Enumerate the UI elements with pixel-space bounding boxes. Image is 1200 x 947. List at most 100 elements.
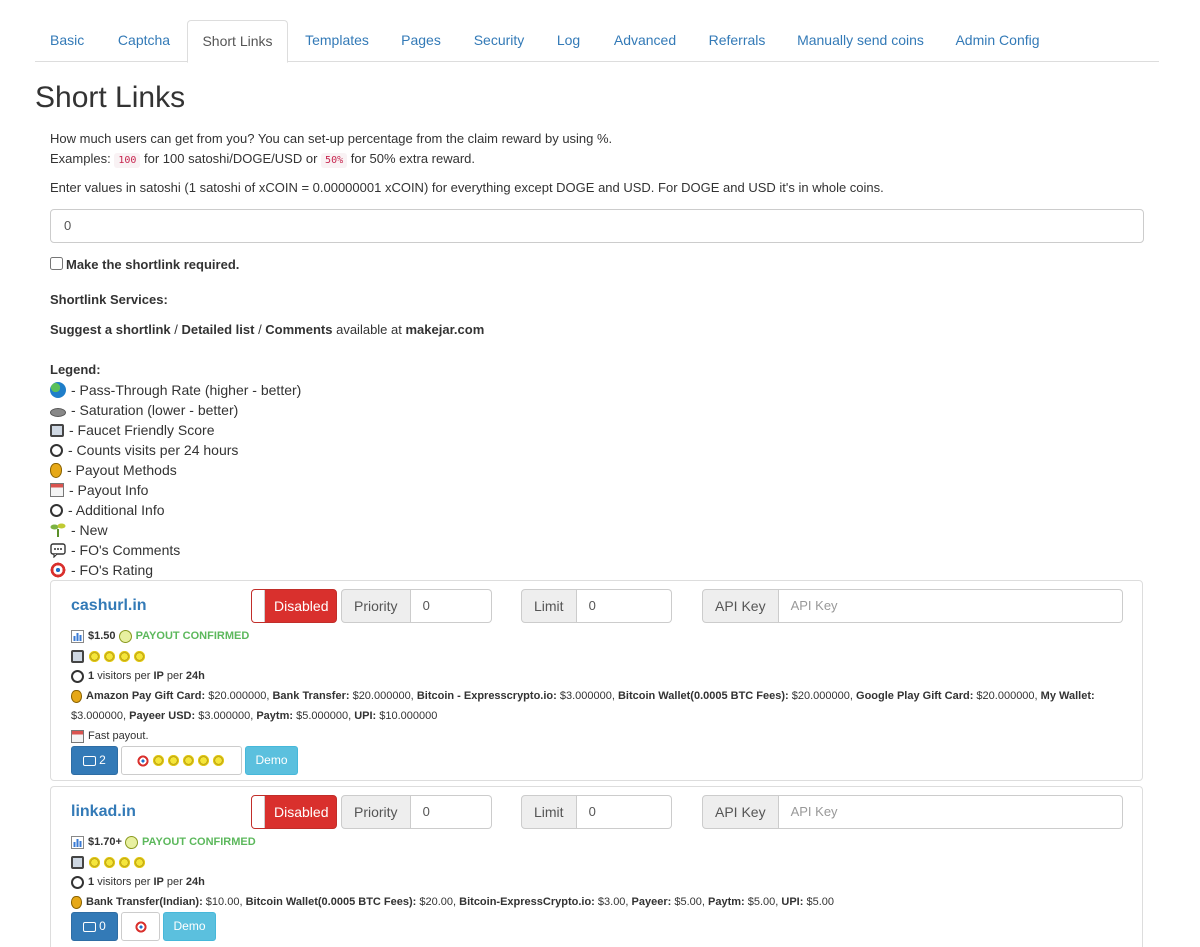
star-icon [118, 855, 131, 869]
payout-method-amount: $5.00, [744, 896, 782, 908]
payout-method-name: Bitcoin Wallet(0.0005 BTC Fees): [245, 896, 417, 908]
payout-method: Bitcoin Wallet(0.0005 BTC Fees): $20.00, [246, 896, 460, 908]
comments-count: 2 [99, 753, 106, 767]
legend-item: - Payout Info [50, 480, 148, 500]
limit-input[interactable]: 0 [576, 795, 672, 829]
tab-admin-config[interactable]: Admin Config [955, 20, 1040, 61]
cpm-value: $1.70+ [88, 836, 122, 848]
payout-method: UPI: $5.00 [781, 896, 834, 908]
legend-text: - Payout Methods [67, 462, 177, 478]
apikey-input[interactable]: API Key [778, 795, 1123, 829]
limit-label: Limit [521, 795, 577, 829]
tab-advanced[interactable]: Advanced [613, 20, 677, 61]
apikey-input[interactable]: API Key [778, 589, 1123, 623]
faucet-score-row [71, 646, 148, 666]
cpm-value: $1.50 [88, 630, 116, 642]
reward-input[interactable]: 0 [50, 209, 1144, 243]
visits-row: 1 visitors per IP per 24h [71, 872, 205, 892]
payout-method: Bank Transfer: $20.000000, [272, 690, 416, 702]
priority-group: Priority 0 [341, 795, 492, 829]
legend-item: - Counts visits per 24 hours [50, 440, 238, 460]
saturation-icon [50, 408, 66, 417]
legend-text: - Faucet Friendly Score [69, 422, 215, 438]
visits-period: 24h [185, 670, 205, 682]
badge-icon [118, 629, 132, 643]
tab-security[interactable]: Security [473, 20, 525, 61]
payout-methods: Bank Transfer(Indian): $10.00, Bitcoin W… [71, 892, 1126, 912]
makejar-link[interactable]: makejar.com [405, 322, 484, 337]
seedling-icon [50, 522, 66, 538]
tab-log[interactable]: Log [556, 20, 581, 61]
legend-text: - FO's Rating [71, 562, 154, 578]
tab-templates[interactable]: Templates [305, 20, 369, 61]
services-heading: Shortlink Services: [50, 292, 168, 307]
payout-method-amount: $20.000000, [205, 690, 273, 702]
badge-icon [125, 835, 139, 849]
enable-toggle[interactable]: Disabled [251, 589, 337, 623]
limit-input[interactable]: 0 [576, 589, 672, 623]
speech-bubble-icon [50, 542, 66, 559]
rating-button[interactable] [121, 912, 160, 941]
comments-button[interactable]: 0 [71, 912, 118, 941]
tab-referrals[interactable]: Referrals [708, 20, 766, 61]
star-icon [211, 754, 225, 768]
stopwatch-icon [50, 503, 63, 517]
service-panel-linkad: linkad.in Disabled Priority 0 Limit 0 AP… [50, 786, 1143, 947]
money-bag-icon [71, 689, 82, 703]
tab-manually-send-coins[interactable]: Manually send coins [797, 20, 924, 61]
tab-basic[interactable]: Basic [50, 20, 84, 61]
tab-captcha[interactable]: Captcha [117, 20, 171, 61]
tab-pages[interactable]: Pages [401, 20, 441, 61]
priority-label: Priority [341, 589, 411, 623]
rating-button[interactable] [121, 746, 242, 775]
payout-method: UPI: $10.000000 [354, 710, 437, 722]
service-name[interactable]: linkad.in [71, 802, 136, 822]
payout-method: Paytm: $5.000000, [256, 710, 354, 722]
payout-method: Amazon Pay Gift Card: $20.000000, [86, 690, 272, 702]
enable-toggle[interactable]: Disabled [251, 795, 337, 829]
legend-item: - Saturation (lower - better) [50, 400, 238, 420]
stopwatch-icon [50, 443, 63, 457]
payout-method-name: Bitcoin Wallet(0.0005 BTC Fees): [617, 690, 789, 702]
comments-button[interactable]: 2 [71, 746, 118, 775]
payout-info: Fast payout. [88, 730, 149, 742]
required-checkbox[interactable] [50, 257, 63, 270]
legend-text: - Payout Info [69, 482, 149, 498]
priority-input[interactable]: 0 [410, 795, 492, 829]
apikey-label: API Key [702, 589, 779, 623]
visits-count: 1 [88, 670, 95, 682]
examples-prefix: Examples: [50, 151, 111, 166]
legend-text: - FO's Comments [71, 542, 181, 558]
demo-button[interactable]: Demo [245, 746, 298, 775]
priority-input[interactable]: 0 [410, 589, 492, 623]
legend-text: - Saturation (lower - better) [71, 402, 239, 418]
tab-short-links[interactable]: Short Links [187, 20, 288, 63]
intro-text: How much users can get from you? You can… [50, 131, 613, 146]
apikey-group: API Key API Key [702, 589, 1123, 623]
star-icon [103, 855, 116, 869]
payout-method-amount: $20.000000, [349, 690, 417, 702]
comments-link[interactable]: Comments [265, 322, 332, 337]
required-checkbox-label[interactable]: Make the shortlink required. [66, 255, 239, 275]
satoshi-note: Enter values in satoshi (1 satoshi of xC… [50, 180, 884, 195]
payout-method-name: Bank Transfer: [272, 690, 350, 702]
priority-label: Priority [341, 795, 411, 829]
legend-item: - FO's Comments [50, 540, 180, 560]
suggest-shortlink-link[interactable]: Suggest a shortlink [50, 322, 171, 337]
money-bag-icon [71, 895, 82, 909]
links-sep-1: / [170, 322, 182, 337]
demo-button[interactable]: Demo [163, 912, 216, 941]
legend-item: - Payout Methods [50, 460, 177, 480]
visits-text: visitors per [97, 876, 151, 888]
links-sep-2: / [254, 322, 266, 337]
payout-method-name: Bitcoin - Expresscrypto.io: [416, 690, 557, 702]
payout-method-amount: $20.000000, [788, 690, 857, 702]
detailed-list-link[interactable]: Detailed list [181, 322, 254, 337]
service-name[interactable]: cashurl.in [71, 596, 147, 616]
payout-method: Google Play Gift Card: $20.000000, [856, 690, 1041, 702]
monitor-icon [71, 649, 84, 663]
rating-stars [151, 753, 227, 768]
money-bag-icon [50, 462, 62, 478]
bar-chart-icon [71, 629, 84, 643]
legend-item: - FO's Rating [50, 560, 153, 580]
